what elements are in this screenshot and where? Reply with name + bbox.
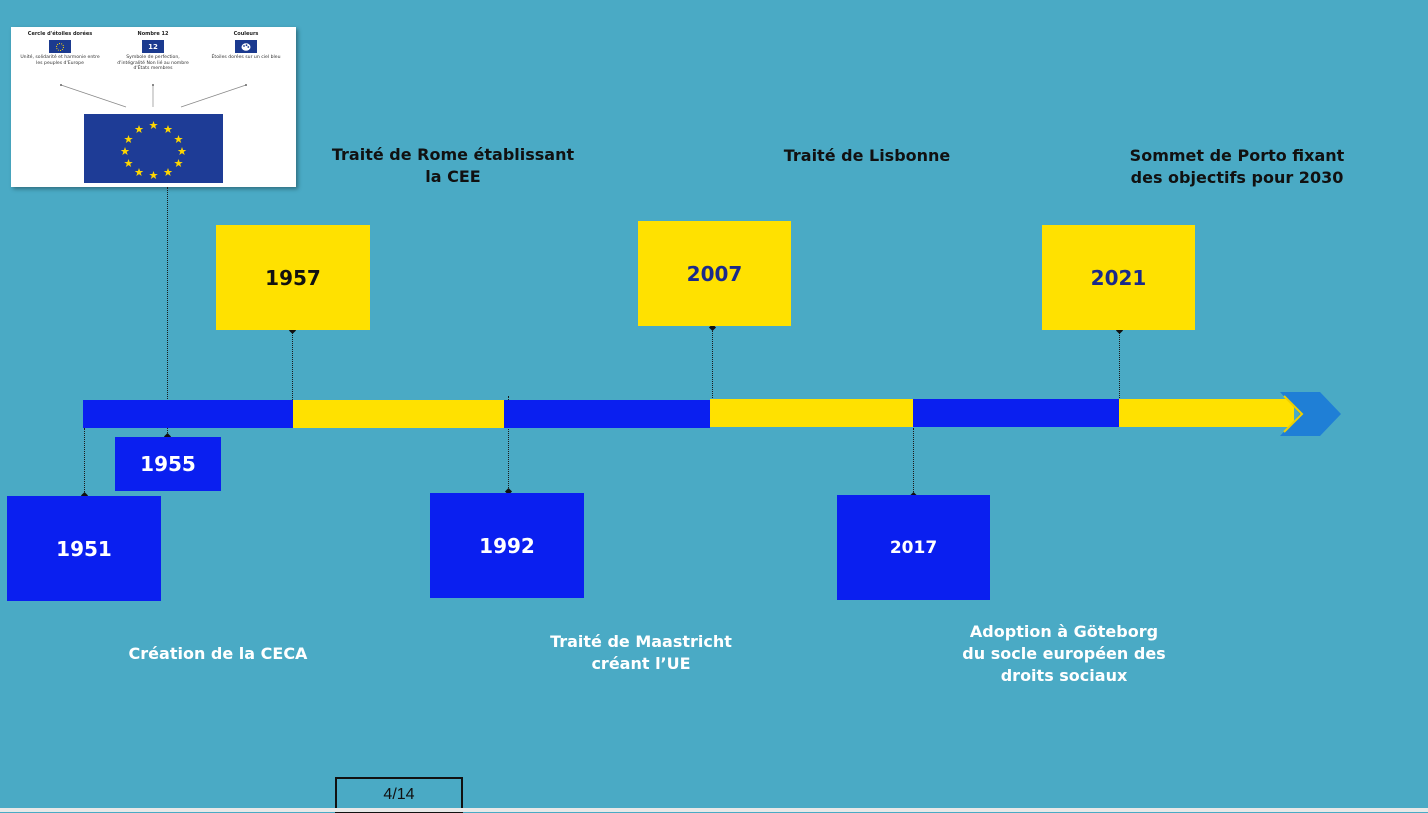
timeline-segment-blue [83, 400, 293, 428]
connector-line [913, 428, 914, 496]
event-label-line: droits sociaux [1000, 666, 1128, 685]
event-label-lisbonne: Traité de Lisbonne [752, 145, 982, 167]
year-box-1955: 1955 [115, 437, 221, 491]
year-box-2017: 2017 [837, 495, 990, 600]
connector-line [712, 327, 713, 400]
timeline-segment-yellow [293, 400, 504, 428]
event-label-line: Traité de Lisbonne [783, 146, 951, 165]
event-label-rome: Traité de Rome établissant la CEE [318, 144, 588, 188]
connector-line [84, 428, 85, 496]
event-label-porto: Sommet de Porto fixant des objectifs pou… [1112, 145, 1362, 189]
timeline-segment-blue [913, 399, 1119, 427]
event-label-line: créant l’UE [591, 654, 691, 673]
eu-flag-infographic: Cercle d'étoiles dorées Unité, solidarit… [11, 27, 296, 187]
timeline-segment-yellow [1119, 399, 1294, 427]
event-label-ceca: Création de la CECA [98, 643, 338, 665]
event-label-line: des objectifs pour 2030 [1130, 168, 1344, 187]
event-label-goteborg: Adoption à Göteborg du socle européen de… [944, 621, 1184, 687]
timeline-segment-yellow [710, 399, 913, 427]
chevron-arrow-icon [1280, 392, 1341, 436]
connector-line [292, 330, 293, 400]
eu-flag [84, 114, 223, 183]
year-box-2007: 2007 [638, 221, 791, 326]
year-box-2021: 2021 [1042, 225, 1195, 330]
bottom-strip [0, 808, 1428, 812]
event-label-line: du socle européen des [962, 644, 1166, 663]
event-label-line: Adoption à Göteborg [969, 622, 1159, 641]
year-box-1951: 1951 [7, 496, 161, 601]
event-label-line: Traité de Maastricht [550, 632, 732, 651]
year-box-1957: 1957 [216, 225, 370, 330]
timeline-segment-blue [504, 400, 710, 428]
connector-line [1119, 330, 1120, 400]
event-label-line: la CEE [425, 167, 481, 186]
event-label-line: Création de la CECA [128, 644, 308, 663]
event-label-line: Traité de Rome établissant [331, 145, 575, 164]
event-label-maastricht: Traité de Maastricht créant l’UE [531, 631, 751, 675]
eu-stars-icon [120, 121, 187, 179]
event-label-line: Sommet de Porto fixant [1129, 146, 1345, 165]
year-box-1992: 1992 [430, 493, 584, 598]
